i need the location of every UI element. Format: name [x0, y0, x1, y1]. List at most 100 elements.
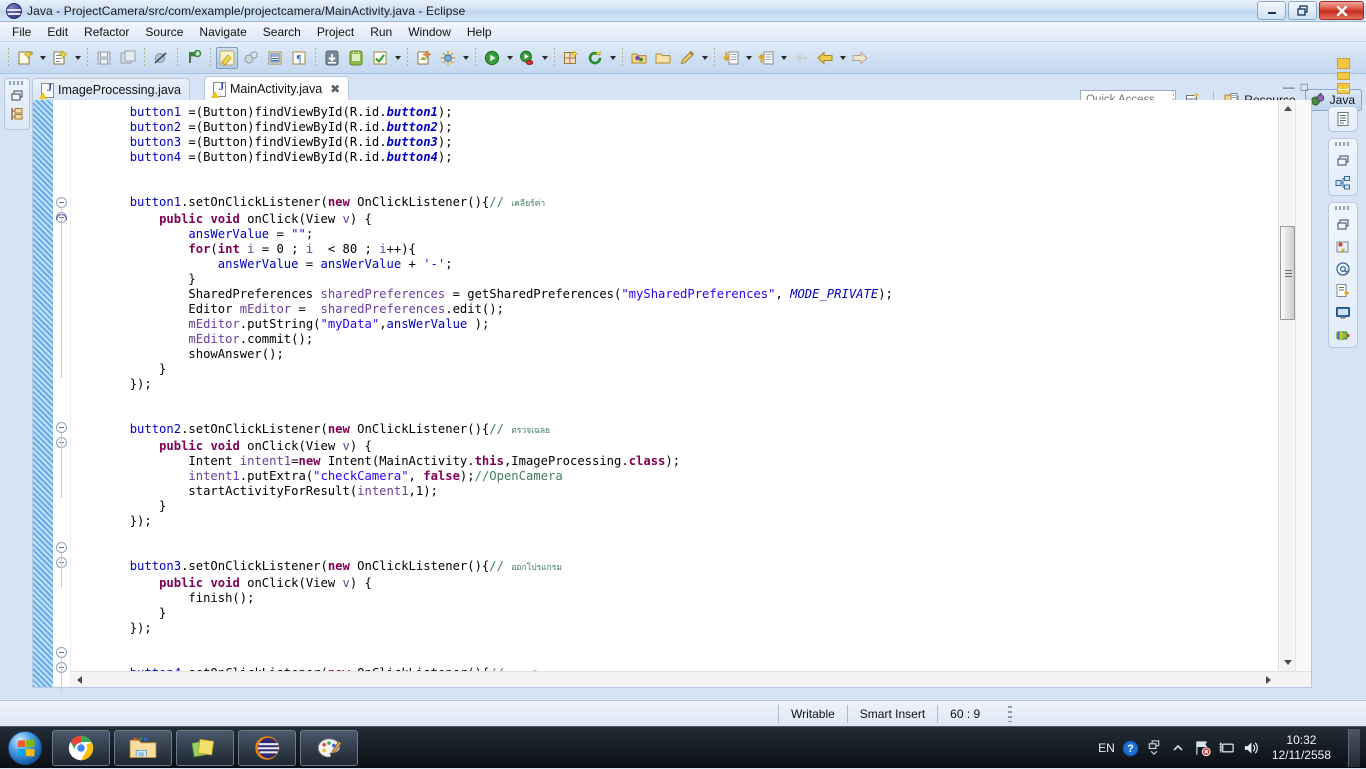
- menu-item-refactor[interactable]: Refactor: [76, 23, 137, 41]
- taskbar-item-notes[interactable]: [176, 730, 234, 766]
- external-tools-button[interactable]: [183, 47, 205, 69]
- scroll-left-button[interactable]: [71, 672, 88, 687]
- back-history-button[interactable]: [814, 47, 836, 69]
- editor-folding-column[interactable]: [53, 100, 71, 687]
- menu-item-edit[interactable]: Edit: [39, 23, 76, 41]
- menu-item-source[interactable]: Source: [137, 23, 191, 41]
- new-wizard-button[interactable]: [14, 47, 36, 69]
- new-dropdown-button[interactable]: [37, 47, 48, 69]
- fastview-drag-handle[interactable]: [1335, 206, 1351, 210]
- scroll-right-button[interactable]: [1260, 672, 1277, 687]
- menu-item-help[interactable]: Help: [459, 23, 500, 41]
- open-type-button[interactable]: [264, 47, 286, 69]
- debug-dropdown-button[interactable]: [460, 47, 471, 69]
- restore-button[interactable]: [1288, 1, 1317, 20]
- declaration-view-button[interactable]: [1334, 282, 1352, 300]
- minimize-button[interactable]: [1257, 1, 1286, 20]
- editor-minimize-button[interactable]: —: [1283, 80, 1295, 94]
- fold-toggle[interactable]: [56, 197, 67, 208]
- avd-manager-button[interactable]: [240, 47, 262, 69]
- next-annotation-dropdown-button[interactable]: [743, 47, 754, 69]
- next-annotation-button[interactable]: [720, 47, 742, 69]
- android-download-button[interactable]: [321, 47, 343, 69]
- new-java-class-button[interactable]: [49, 47, 71, 69]
- show-desktop-button[interactable]: [1348, 729, 1360, 767]
- taskbar-item-eclipse[interactable]: [238, 730, 296, 766]
- run-checks-dropdown-button[interactable]: [392, 47, 403, 69]
- skip-breakpoints-button[interactable]: [150, 47, 172, 69]
- menu-item-navigate[interactable]: Navigate: [191, 23, 254, 41]
- editor-maximize-button[interactable]: □: [1301, 80, 1308, 94]
- restore-view-button[interactable]: [8, 87, 26, 105]
- problems-view-button[interactable]: [1334, 238, 1352, 256]
- fold-toggle[interactable]: [56, 647, 67, 658]
- source-code[interactable]: button1 =(Button)findViewById(R.id.butto…: [71, 100, 1278, 671]
- restore-editor-button[interactable]: [1337, 58, 1350, 69]
- annotate-dropdown-button[interactable]: [699, 47, 710, 69]
- editor-vertical-scrollbar[interactable]: [1278, 100, 1295, 671]
- android-sdk-manager-button[interactable]: [216, 47, 238, 69]
- refresh-button[interactable]: [584, 47, 606, 69]
- outline-view-button[interactable]: [1334, 110, 1352, 128]
- new-window-button[interactable]: [560, 47, 582, 69]
- run-button[interactable]: [481, 47, 503, 69]
- previous-annotation-button[interactable]: [755, 47, 777, 69]
- console-view-button[interactable]: [1334, 304, 1352, 322]
- code-text-area[interactable]: button1 =(Button)findViewById(R.id.butto…: [71, 100, 1278, 671]
- menu-item-project[interactable]: Project: [309, 23, 362, 41]
- back-history-dropdown-button[interactable]: [837, 47, 848, 69]
- fold-toggle[interactable]: [56, 422, 67, 433]
- hierarchy-view-button[interactable]: [1334, 174, 1352, 192]
- editor-tab-mainactivity[interactable]: MainActivity.java ✖: [204, 76, 349, 101]
- status-drag-handle[interactable]: [1008, 706, 1012, 722]
- editor-annotation-ruler[interactable]: [33, 100, 53, 687]
- scroll-up-button[interactable]: [1279, 100, 1296, 117]
- new-java-class-dropdown-button[interactable]: [72, 47, 83, 69]
- help-icon[interactable]: ?: [1122, 740, 1139, 757]
- package-explorer-button[interactable]: [8, 105, 26, 123]
- editor-overview-ruler[interactable]: [1295, 100, 1311, 671]
- close-button[interactable]: [1319, 1, 1364, 20]
- volume-button[interactable]: [1242, 740, 1259, 757]
- logcat-view-button[interactable]: [1334, 326, 1352, 344]
- annotate-button[interactable]: [676, 47, 698, 69]
- debug-button[interactable]: [437, 47, 459, 69]
- vertical-scrollbar-thumb[interactable]: [1280, 226, 1295, 320]
- run-checks-button[interactable]: [369, 47, 391, 69]
- show-whitespace-button[interactable]: ¶: [288, 47, 310, 69]
- previous-annotation-dropdown-button[interactable]: [778, 47, 789, 69]
- network-status-button[interactable]: [1194, 740, 1211, 757]
- save-button[interactable]: [93, 47, 115, 69]
- menu-item-window[interactable]: Window: [400, 23, 459, 41]
- coverage-button[interactable]: [516, 47, 538, 69]
- forward-history-button[interactable]: [849, 47, 871, 69]
- restore-view-button[interactable]: [1334, 152, 1352, 170]
- android-device-button[interactable]: [345, 47, 367, 69]
- menu-item-file[interactable]: File: [4, 23, 39, 41]
- taskbar-item-chrome[interactable]: [52, 730, 110, 766]
- javadoc-view-button[interactable]: [1334, 260, 1352, 278]
- open-folder-button[interactable]: [652, 47, 674, 69]
- taskbar-item-explorer[interactable]: [114, 730, 172, 766]
- editor-tab-close-button[interactable]: ✖: [330, 82, 340, 96]
- editor-horizontal-scrollbar[interactable]: [71, 671, 1311, 687]
- new-android-project-button[interactable]: [413, 47, 435, 69]
- fastview-drag-handle[interactable]: [1335, 142, 1351, 146]
- taskbar-clock[interactable]: 10:32 12/11/2558: [1266, 733, 1337, 763]
- menu-item-run[interactable]: Run: [362, 23, 400, 41]
- run-dropdown-button[interactable]: [504, 47, 515, 69]
- fold-toggle[interactable]: [56, 542, 67, 553]
- start-button[interactable]: [2, 729, 48, 767]
- coverage-dropdown-button[interactable]: [539, 47, 550, 69]
- restore-view-button[interactable]: [1334, 216, 1352, 234]
- taskbar-item-paint[interactable]: [300, 730, 358, 766]
- editor-tab-imageprocessing[interactable]: ImageProcessing.java: [32, 78, 190, 101]
- scroll-down-button[interactable]: [1279, 654, 1296, 671]
- tray-language-indicator[interactable]: EN: [1098, 741, 1115, 755]
- fastview-drag-handle[interactable]: [9, 81, 25, 85]
- show-hidden-icons-button[interactable]: [1170, 740, 1187, 757]
- save-all-button[interactable]: [117, 47, 139, 69]
- menu-item-search[interactable]: Search: [255, 23, 309, 41]
- open-package-button[interactable]: [628, 47, 650, 69]
- tray-overflow-icon[interactable]: [1146, 740, 1163, 757]
